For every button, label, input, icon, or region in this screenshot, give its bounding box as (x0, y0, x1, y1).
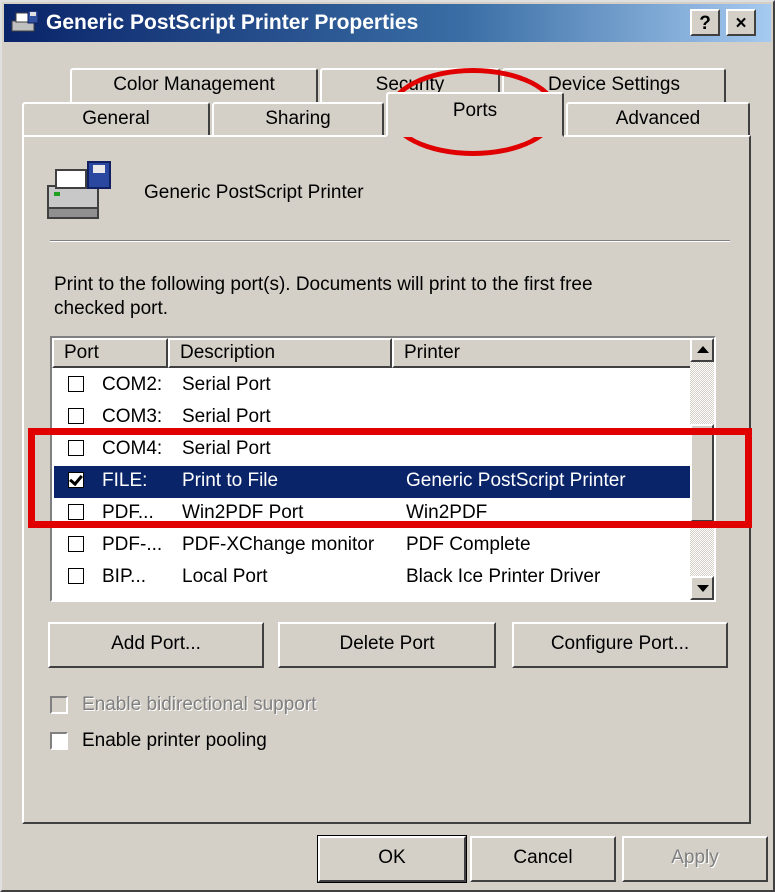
column-header-port[interactable]: Port (52, 338, 168, 368)
port-name: COM3: (102, 406, 163, 427)
printer-icon (47, 161, 111, 219)
scroll-down-button[interactable] (690, 576, 714, 600)
port-checkbox[interactable] (68, 568, 84, 584)
port-checkbox[interactable] (68, 408, 84, 424)
apply-button[interactable]: Apply (622, 836, 768, 882)
scroll-up-button[interactable] (690, 338, 714, 362)
tab-label: Advanced (615, 108, 701, 129)
printer-name: Generic PostScript Printer (144, 182, 364, 203)
column-header-description[interactable]: Description (168, 338, 392, 368)
port-description: Serial Port (182, 374, 271, 395)
add-port-button[interactable]: Add Port... (48, 622, 264, 668)
tab-label: General (82, 108, 150, 129)
tab-ports[interactable]: Ports (386, 92, 564, 137)
tab-label: Ports (452, 100, 498, 121)
port-checkbox[interactable] (68, 536, 84, 552)
title-bar[interactable]: Generic PostScript Printer Properties ? … (4, 4, 771, 42)
instructions-line1: Print to the following port(s). Document… (54, 274, 593, 295)
tab-color-management[interactable]: Color Management (70, 68, 318, 102)
configure-port-button[interactable]: Configure Port... (512, 622, 728, 668)
pooling-checkbox[interactable] (50, 732, 68, 750)
delete-port-button[interactable]: Delete Port (278, 622, 496, 668)
port-name: COM2: (102, 374, 163, 395)
column-label: Port (64, 342, 99, 363)
help-button[interactable]: ? (690, 9, 720, 36)
port-checkbox[interactable] (68, 376, 84, 392)
port-description: Local Port (182, 566, 268, 587)
arrow-up-icon (697, 346, 709, 353)
tab-label: Color Management (113, 74, 275, 95)
column-header-printer[interactable]: Printer (392, 338, 692, 368)
instructions-line2: checked port. (54, 298, 169, 319)
annotation-rectangle (28, 428, 752, 528)
printer-icon (11, 10, 39, 32)
window-title: Generic PostScript Printer Properties (46, 11, 419, 34)
ok-button[interactable]: OK (317, 835, 467, 883)
column-label: Description (180, 342, 276, 363)
bidirectional-label: Enable bidirectional support (82, 694, 317, 715)
tab-sharing[interactable]: Sharing (212, 102, 384, 136)
port-name: BIP... (102, 566, 147, 587)
port-description: Serial Port (182, 406, 271, 427)
bidirectional-checkbox[interactable] (50, 696, 68, 714)
cancel-button[interactable]: Cancel (470, 836, 616, 882)
port-row[interactable]: PDF-... PDF-XChange monitor PDF Complete (54, 530, 694, 562)
arrow-down-icon (697, 585, 709, 592)
port-row[interactable]: COM2: Serial Port (54, 370, 694, 402)
port-row[interactable]: BIP... Local Port Black Ice Printer Driv… (54, 562, 694, 594)
port-name: PDF-... (102, 534, 163, 555)
close-button[interactable]: × (726, 9, 756, 36)
tab-label: Device Settings (547, 74, 680, 95)
tab-advanced[interactable]: Advanced (566, 102, 750, 136)
port-printer: Black Ice Printer Driver (406, 566, 601, 587)
separator (50, 240, 730, 242)
pooling-label: Enable printer pooling (82, 730, 267, 751)
column-label: Printer (404, 342, 460, 363)
port-description: PDF-XChange monitor (182, 534, 375, 555)
tab-label: Sharing (265, 108, 331, 129)
tab-general[interactable]: General (22, 102, 210, 136)
port-printer: PDF Complete (406, 534, 531, 555)
